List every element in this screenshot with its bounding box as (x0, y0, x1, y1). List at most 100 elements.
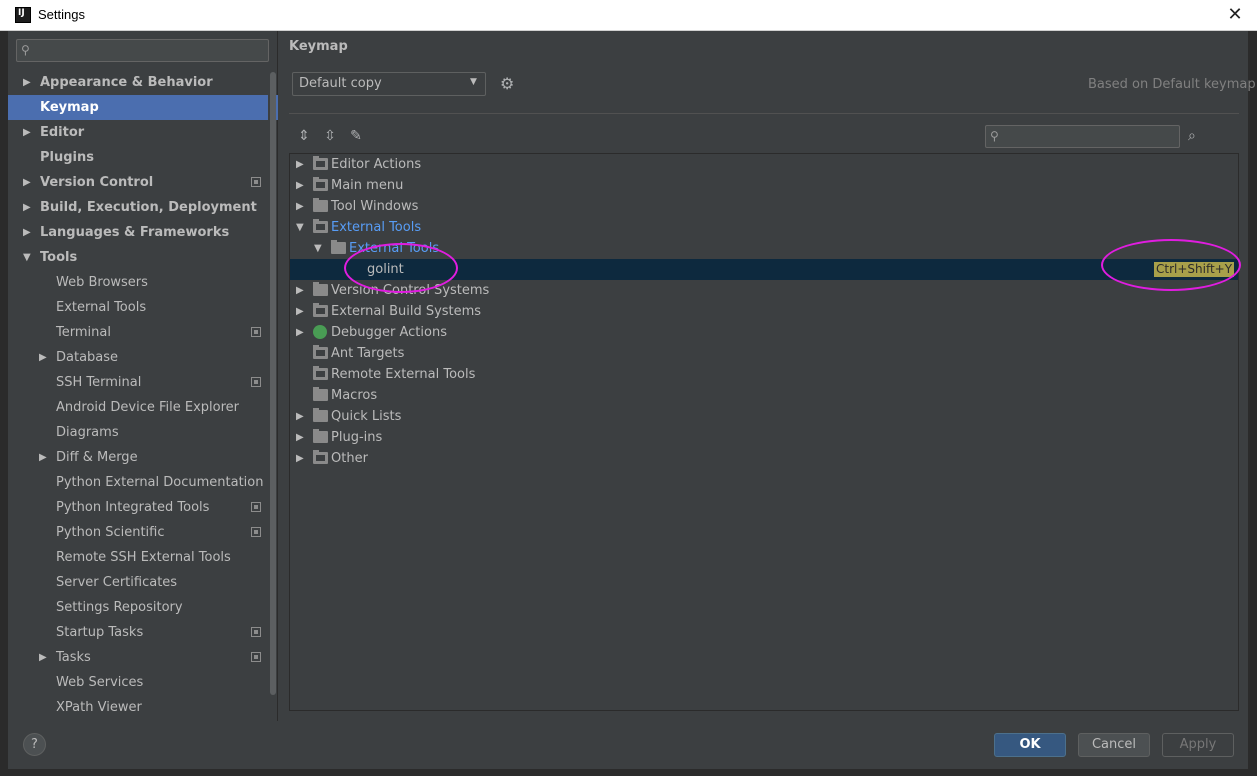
expand-all-icon[interactable]: ⇕ (295, 127, 313, 145)
background-bottom-strip (0, 769, 1257, 776)
sidebar-item-python-external-documentation[interactable]: Python External Documentation (8, 470, 278, 495)
tree-row-debugger-actions[interactable]: ▶ Debugger Actions (290, 322, 1238, 343)
apply-button[interactable]: Apply (1162, 733, 1234, 757)
help-button[interactable]: ? (23, 733, 46, 756)
sidebar-item-external-tools[interactable]: External Tools (8, 295, 278, 320)
folder-icon (313, 282, 328, 296)
chevron-right-icon[interactable]: ▶ (23, 195, 33, 220)
tree-row-label: Quick Lists (331, 409, 402, 424)
sidebar-scrollbar-thumb[interactable] (270, 72, 276, 695)
tree-row-main-menu[interactable]: ▶ Main menu (290, 175, 1238, 196)
window-title: Settings (38, 7, 85, 22)
chevron-right-icon[interactable]: ▶ (296, 154, 304, 175)
tree-row-external-tools[interactable]: ▼ External Tools (290, 217, 1238, 238)
background-right-strip (1248, 31, 1257, 776)
sidebar-item-ssh-terminal[interactable]: SSH Terminal (8, 370, 278, 395)
sidebar-item-version-control[interactable]: ▶ Version Control (8, 170, 278, 195)
close-icon[interactable]: ✕ (1225, 4, 1245, 26)
chevron-right-icon[interactable]: ▶ (23, 120, 33, 145)
sidebar-item-editor[interactable]: ▶ Editor (8, 120, 278, 145)
sidebar-item-label: Web Browsers (56, 275, 148, 290)
based-on-label: Based on Default keymap (1088, 77, 1256, 92)
chevron-right-icon[interactable]: ▶ (296, 280, 304, 301)
chevron-right-icon[interactable]: ▶ (296, 301, 304, 322)
ok-button[interactable]: OK (994, 733, 1066, 757)
find-by-shortcut-icon[interactable]: ⌕ (1188, 127, 1206, 145)
sidebar-item-label: Tasks (56, 650, 91, 665)
sidebar-item-web-browsers[interactable]: Web Browsers (8, 270, 278, 295)
page-title: Keymap (289, 39, 348, 54)
gear-icon[interactable]: ⚙ (500, 75, 518, 93)
sidebar-item-label: Server Certificates (56, 575, 178, 590)
chevron-right-icon[interactable]: ▶ (23, 170, 33, 195)
tool-folder-icon (313, 450, 328, 464)
project-scope-icon (251, 177, 261, 187)
tree-row-external-build-systems[interactable]: ▶ External Build Systems (290, 301, 1238, 322)
tree-row-other[interactable]: ▶ Other (290, 448, 1238, 469)
sidebar-item-database[interactable]: ▶ Database (8, 345, 278, 370)
sidebar-item-build-execution-deployment[interactable]: ▶ Build, Execution, Deployment (8, 195, 278, 220)
collapse-all-icon[interactable]: ⇳ (321, 127, 339, 145)
chevron-down-icon[interactable]: ▼ (23, 245, 33, 270)
annotation-circle (344, 243, 458, 293)
sidebar-item-startup-tasks[interactable]: Startup Tasks (8, 620, 278, 645)
chevron-right-icon[interactable]: ▶ (39, 345, 49, 370)
sidebar-item-tasks[interactable]: ▶ Tasks (8, 645, 278, 670)
divider (289, 113, 1239, 114)
sidebar-item-appearance-behavior[interactable]: ▶ Appearance & Behavior (8, 70, 278, 95)
chevron-right-icon[interactable]: ▶ (23, 220, 33, 245)
sidebar-item-label: Editor (40, 125, 85, 140)
chevron-right-icon[interactable]: ▶ (296, 175, 304, 196)
tree-row-label: Other (331, 451, 368, 466)
chevron-right-icon[interactable]: ▶ (296, 448, 304, 469)
sidebar-item-remote-ssh-external-tools[interactable]: Remote SSH External Tools (8, 545, 278, 570)
chevron-right-icon[interactable]: ▶ (296, 406, 304, 427)
sidebar-item-server-certificates[interactable]: Server Certificates (8, 570, 278, 595)
chevron-right-icon[interactable]: ▶ (39, 445, 49, 470)
cancel-button[interactable]: Cancel (1078, 733, 1150, 757)
tree-row-editor-actions[interactable]: ▶ Editor Actions (290, 154, 1238, 175)
chevron-down-icon[interactable]: ▼ (296, 217, 304, 238)
action-search-input[interactable]: ⚲ (985, 125, 1180, 148)
tree-row-ant-targets[interactable]: Ant Targets (290, 343, 1238, 364)
tree-row-plug-ins[interactable]: ▶ Plug-ins (290, 427, 1238, 448)
sidebar-item-languages-frameworks[interactable]: ▶ Languages & Frameworks (8, 220, 278, 245)
sidebar-item-xpath-viewer[interactable]: XPath Viewer (8, 695, 278, 720)
tree-row-quick-lists[interactable]: ▶ Quick Lists (290, 406, 1238, 427)
project-scope-icon (251, 652, 261, 662)
chevron-right-icon[interactable]: ▶ (23, 70, 33, 95)
tree-row-label: Debugger Actions (331, 325, 447, 340)
chevron-right-icon[interactable]: ▶ (296, 196, 304, 217)
edit-icon[interactable]: ✎ (347, 127, 365, 145)
sidebar-item-python-integrated-tools[interactable]: Python Integrated Tools (8, 495, 278, 520)
tree-row-tool-windows[interactable]: ▶ Tool Windows (290, 196, 1238, 217)
sidebar-item-label: Plugins (40, 150, 94, 165)
sidebar-item-diagrams[interactable]: Diagrams (8, 420, 278, 445)
sidebar-item-python-scientific[interactable]: Python Scientific (8, 520, 278, 545)
sidebar-item-plugins[interactable]: Plugins (8, 145, 278, 170)
sidebar-item-terminal[interactable]: Terminal (8, 320, 278, 345)
sidebar-item-label: Version Control (40, 175, 154, 190)
sidebar-item-web-services[interactable]: Web Services (8, 670, 278, 695)
tree-row-label: Main menu (331, 178, 404, 193)
sidebar-item-label: Diagrams (56, 425, 119, 440)
settings-search-input[interactable]: ⚲ (16, 39, 269, 62)
tree-row-label: Tool Windows (331, 199, 419, 214)
chevron-down-icon[interactable]: ▼ (314, 238, 322, 259)
tree-row-label: Macros (331, 388, 378, 403)
sidebar-item-label: Settings Repository (56, 600, 183, 615)
sidebar-item-android-device-file-explorer[interactable]: Android Device File Explorer (8, 395, 278, 420)
sidebar-item-settings-repository[interactable]: Settings Repository (8, 595, 278, 620)
chevron-right-icon[interactable]: ▶ (296, 427, 304, 448)
sidebar-item-label: Startup Tasks (56, 625, 144, 640)
sidebar-item-diff-merge[interactable]: ▶ Diff & Merge (8, 445, 278, 470)
keymap-action-tree: ▶ Editor Actions ▶ Main menu ▶ Tool Windows ▼ E… (289, 153, 1239, 711)
tree-row-macros[interactable]: Macros (290, 385, 1238, 406)
sidebar-item-tools[interactable]: ▼ Tools (8, 245, 278, 270)
chevron-right-icon[interactable]: ▶ (39, 645, 49, 670)
intellij-app-icon (15, 7, 31, 23)
chevron-right-icon[interactable]: ▶ (296, 322, 304, 343)
tree-row-remote-external-tools[interactable]: Remote External Tools (290, 364, 1238, 385)
sidebar-item-keymap[interactable]: Keymap (8, 95, 278, 120)
keymap-select[interactable]: Default copy ▼ (292, 72, 486, 96)
